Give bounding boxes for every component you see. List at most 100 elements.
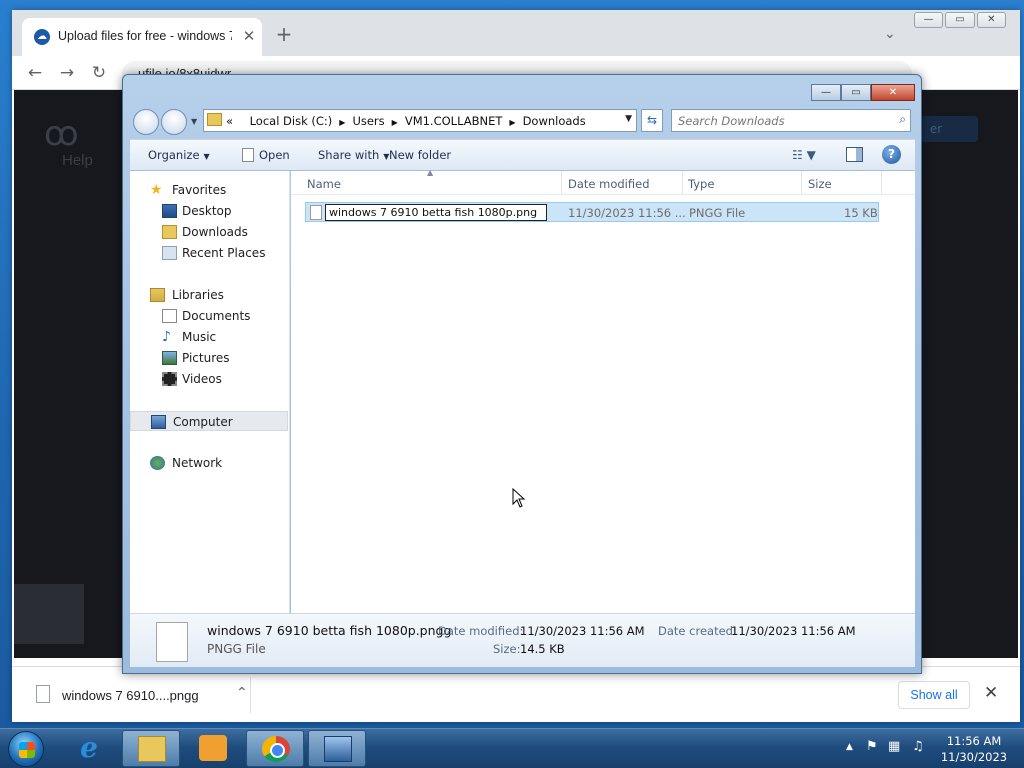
organize-button[interactable]: Organize ▼ bbox=[148, 148, 210, 162]
help-icon[interactable]: ? bbox=[882, 145, 901, 164]
column-header-size[interactable]: Size bbox=[808, 177, 832, 191]
back-button[interactable]: ← bbox=[24, 62, 46, 84]
maximize-button[interactable]: ▭ bbox=[945, 12, 975, 28]
dialog-maximize-button[interactable]: ▭ bbox=[841, 84, 871, 101]
tab-close-icon[interactable]: ✕ bbox=[240, 27, 258, 45]
refresh-icon[interactable]: ⇆ bbox=[641, 109, 663, 132]
open-button[interactable]: Open bbox=[242, 148, 290, 162]
new-folder-button[interactable]: New folder bbox=[389, 148, 451, 162]
close-download-bar-icon[interactable]: ✕ bbox=[984, 683, 998, 703]
internet-explorer-icon: e bbox=[80, 731, 98, 764]
breadcrumb-vm1-collabnet[interactable]: VM1.COLLABNET bbox=[405, 114, 503, 128]
breadcrumb-overflow[interactable]: « bbox=[226, 114, 233, 128]
sidebar-item-label: Libraries bbox=[172, 288, 224, 302]
recent-pages-dropdown-icon[interactable]: ▼ bbox=[191, 117, 197, 126]
sidebar-item-videos[interactable]: Videos bbox=[130, 369, 288, 389]
column-divider[interactable] bbox=[561, 171, 562, 195]
breadcrumb[interactable]: « Local Disk (C:) ▶ Users ▶ VM1.COLLABNET ▶ Do… bbox=[203, 109, 637, 132]
sidebar-item-libraries[interactable]: Libraries bbox=[130, 285, 288, 305]
column-divider[interactable] bbox=[682, 171, 683, 195]
volume-icon[interactable]: ♫ bbox=[912, 739, 924, 754]
show-all-button[interactable]: Show all bbox=[898, 681, 970, 709]
search-box[interactable]: ⌕ bbox=[671, 109, 911, 132]
share-with-label: Share with bbox=[318, 148, 380, 162]
close-button[interactable]: ✕ bbox=[976, 12, 1006, 28]
browser-tab[interactable]: ☁ Upload files for free - windows 7 6910… bbox=[22, 18, 262, 56]
start-button[interactable] bbox=[8, 731, 44, 767]
change-view-icon[interactable]: ☷ ▼ bbox=[792, 148, 816, 162]
taskbar: e ▲ ⚑ ▦ ♫ 11:56 AM 11/30/2023 bbox=[0, 728, 1024, 768]
reload-button[interactable]: ↻ bbox=[88, 62, 110, 84]
column-divider[interactable] bbox=[881, 171, 882, 195]
explorer-folder-icon bbox=[138, 736, 166, 762]
dropdown-arrow-icon: ▼ bbox=[203, 152, 210, 161]
sidebar-item-label: Downloads bbox=[182, 225, 248, 239]
breadcrumb-local-disk[interactable]: Local Disk (C:) bbox=[250, 114, 333, 128]
column-header-date-modified[interactable]: Date modified bbox=[568, 177, 650, 191]
rename-field[interactable] bbox=[325, 204, 547, 221]
search-icon[interactable]: ⌕ bbox=[899, 112, 906, 127]
chevron-right-icon[interactable]: ▶ bbox=[339, 118, 345, 127]
chevron-up-icon[interactable]: ⌃ bbox=[236, 685, 248, 701]
recent-places-icon bbox=[162, 246, 177, 260]
show-hidden-icons-icon[interactable]: ▲ bbox=[846, 742, 853, 752]
file-date-modified: 11/30/2023 11:56 ... bbox=[568, 206, 686, 220]
taskbar-remote-desktop[interactable] bbox=[308, 730, 366, 767]
minimize-button[interactable]: — bbox=[914, 12, 944, 28]
taskbar-windows-explorer[interactable] bbox=[122, 730, 180, 767]
back-arrow-icon[interactable] bbox=[133, 109, 159, 135]
column-header-type[interactable]: Type bbox=[688, 177, 714, 191]
system-clock[interactable]: 11:56 AM 11/30/2023 bbox=[938, 733, 1010, 765]
tab-title: Upload files for free - windows 7 6910 b… bbox=[58, 29, 232, 43]
table-row[interactable]: 11/30/2023 11:56 ... PNGG File 15 KB bbox=[305, 202, 879, 222]
recaptcha-badge bbox=[14, 584, 84, 644]
sidebar-item-label: Pictures bbox=[182, 351, 230, 365]
network-status-icon[interactable]: ▦ bbox=[888, 739, 900, 754]
documents-icon bbox=[162, 309, 177, 323]
organize-label: Organize bbox=[148, 148, 200, 162]
share-with-button[interactable]: Share with ▼ bbox=[318, 148, 389, 162]
forward-button[interactable]: → bbox=[56, 62, 78, 84]
sidebar-item-desktop[interactable]: Desktop bbox=[130, 201, 288, 221]
music-note-icon: ♪ bbox=[162, 329, 171, 345]
action-center-flag-icon[interactable]: ⚑ bbox=[866, 739, 878, 754]
dialog-close-button[interactable]: ✕ bbox=[871, 84, 915, 101]
sidebar-item-downloads[interactable]: Downloads bbox=[130, 222, 288, 242]
sidebar-item-label: Favorites bbox=[172, 183, 227, 197]
breadcrumb-users[interactable]: Users bbox=[352, 114, 384, 128]
details-date-created-label: Date created: bbox=[658, 624, 737, 638]
taskbar-internet-explorer[interactable]: e bbox=[60, 730, 118, 767]
sidebar-item-favorites[interactable]: ★ Favorites bbox=[130, 180, 288, 200]
column-divider[interactable] bbox=[801, 171, 802, 195]
ufile-favicon-icon: ☁ bbox=[34, 29, 50, 45]
new-tab-button[interactable]: + bbox=[274, 24, 294, 44]
download-file-name: windows 7 6910....pngg bbox=[62, 688, 199, 703]
dialog-minimize-button[interactable]: — bbox=[811, 84, 841, 101]
preview-pane-icon[interactable] bbox=[846, 147, 863, 162]
chevron-down-icon[interactable]: ▼ bbox=[625, 114, 632, 124]
sidebar-item-music[interactable]: ♪ Music bbox=[130, 327, 288, 347]
sidebar-item-computer[interactable]: Computer bbox=[130, 411, 288, 431]
taskbar-media-player[interactable] bbox=[184, 730, 242, 767]
details-size-value: 14.5 KB bbox=[520, 642, 565, 656]
help-link[interactable]: Help bbox=[62, 152, 93, 169]
sidebar-item-recent-places[interactable]: Recent Places bbox=[130, 243, 288, 263]
sidebar-item-documents[interactable]: Documents bbox=[130, 306, 288, 326]
chevron-right-icon[interactable]: ▶ bbox=[509, 118, 515, 127]
search-input[interactable] bbox=[678, 112, 878, 129]
details-file-type: PNGG File bbox=[207, 642, 266, 656]
sort-ascending-icon: ▲ bbox=[427, 168, 434, 177]
navigation-pane: ★ Favorites Desktop Downloads Recent Plac… bbox=[130, 171, 290, 613]
tab-search-icon[interactable]: ⌄ bbox=[884, 26, 896, 42]
sidebar-item-network[interactable]: Network bbox=[130, 453, 288, 473]
download-item[interactable]: windows 7 6910....pngg ⌃ bbox=[30, 681, 250, 711]
taskbar-chrome[interactable] bbox=[246, 730, 304, 767]
breadcrumb-downloads[interactable]: Downloads bbox=[523, 114, 586, 128]
clock-date: 11/30/2023 bbox=[940, 750, 1008, 764]
sidebar-item-label: Music bbox=[182, 330, 217, 344]
chevron-right-icon[interactable]: ▶ bbox=[392, 118, 398, 127]
column-header-name[interactable]: Name bbox=[307, 177, 341, 191]
forward-arrow-icon[interactable] bbox=[161, 109, 187, 135]
sidebar-item-pictures[interactable]: Pictures bbox=[130, 348, 288, 368]
folder-icon bbox=[207, 113, 222, 126]
